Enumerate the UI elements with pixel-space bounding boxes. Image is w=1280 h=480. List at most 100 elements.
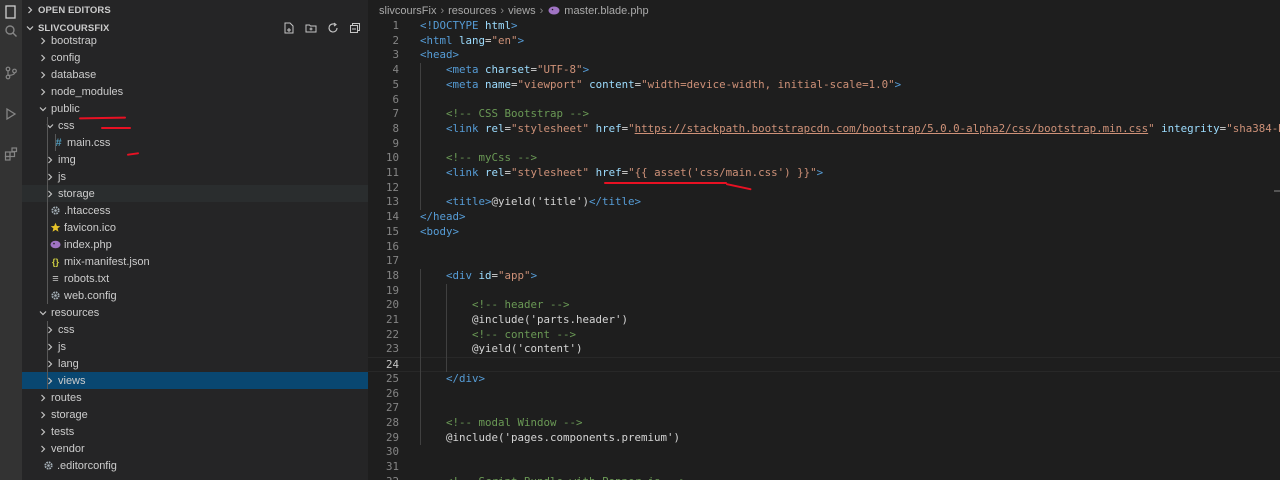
line-number: 20 [385,298,399,312]
tree-folder[interactable]: storage [22,185,368,202]
tree-folder[interactable]: css [22,117,368,134]
breadcrumb-item[interactable]: resources [448,5,496,17]
code-line[interactable]: 32 <!-- Script Bundle with Popper.js --> [368,475,1280,480]
code-line[interactable]: 5 <meta name="viewport" content="width=de… [368,78,1280,93]
code-line[interactable]: 17 [368,254,1280,269]
chevron-right-icon: › [440,4,445,17]
line-number: 3 [392,48,399,62]
code-line[interactable]: 20 <!-- header --> [368,298,1280,313]
code-line[interactable]: 13 <title>@yield('title')</title> [368,195,1280,210]
code-token: rel [485,166,505,179]
tree-folder[interactable]: js [22,338,368,355]
code-line[interactable]: 28 <!-- modal Window --> [368,416,1280,431]
code-line[interactable]: 6 [368,93,1280,108]
run-debug-icon[interactable] [0,103,22,125]
editor-pane[interactable]: slivcoursFix › resources › views › maste… [368,0,1280,480]
tree-file[interactable]: .editorconfig [22,457,368,474]
tree-item-label: js [58,340,66,353]
tree-folder[interactable]: config [22,49,368,66]
tree-folder[interactable]: routes [22,389,368,406]
tree-folder[interactable]: storage [22,406,368,423]
tree-folder[interactable]: public [22,100,368,117]
code-line[interactable]: 29 @include('pages.components.premium') [368,431,1280,446]
tree-folder[interactable]: lang [22,355,368,372]
code-line[interactable]: 1 <!DOCTYPE html> [368,19,1280,34]
indent-guide [47,117,48,304]
tree-item-label: node_modules [51,85,124,98]
tree-folder[interactable]: css [22,321,368,338]
chevron-right-icon [36,389,49,406]
tree-folder[interactable]: js [22,168,368,185]
code-token: <meta [446,63,486,77]
tree-file[interactable]: web.config [22,287,368,304]
code-line[interactable]: 15 <body> [368,225,1280,240]
code-line[interactable]: 18 <div id="app"> [368,269,1280,284]
editor-scrollbar[interactable] [1274,190,1280,192]
code-text: @include('parts.header') [472,313,628,328]
breadcrumb-item[interactable]: slivcoursFix [379,5,436,17]
tree-folder[interactable]: img [22,151,368,168]
tree-folder[interactable]: database [22,66,368,83]
code-token: > [894,77,902,91]
line-number: 13 [385,195,399,209]
code-line[interactable]: 22 <!-- content --> [368,328,1280,343]
code-line[interactable]: 2 <html lang="en"> [368,34,1280,49]
search-icon[interactable] [0,20,22,42]
code-line[interactable]: 14 </head> [368,210,1280,225]
breadcrumb-item[interactable]: views [508,5,536,17]
tree-item-label: robots.txt [64,272,110,285]
tree-folder[interactable]: tests [22,423,368,440]
extensions-icon[interactable] [0,143,22,165]
code-line[interactable]: 23 @yield('content') [368,342,1280,357]
code-line[interactable]: 11 <link rel="stylesheet" href="{{ asset(… [368,166,1280,181]
code-token: href [595,121,622,135]
code-line[interactable]: 25 </div> [368,372,1280,387]
code-line[interactable]: 12 [368,181,1280,196]
code-line[interactable]: 10 <!-- myCss --> [368,151,1280,166]
code-token: "width=device-width, initial-scale=1.0" [641,77,895,91]
code-text: <!-- myCss --> [446,151,537,166]
tree-file[interactable]: .htaccess [22,202,368,219]
tree-file[interactable]: favicon.ico [22,219,368,236]
tree-file[interactable]: ≡ robots.txt [22,270,368,287]
indent-guide [446,283,447,372]
code-line[interactable]: 21 @include('parts.header') [368,313,1280,328]
line-number: 21 [385,313,399,326]
line-number: 6 [392,92,399,106]
tree-file[interactable]: index.php [22,236,368,253]
code-token: "app" [498,268,531,282]
code-line[interactable]: 16 [368,240,1280,255]
breadcrumb-file[interactable]: master.blade.php [564,5,648,17]
source-control-icon[interactable] [0,62,22,84]
code-token: "UTF-8" [537,63,583,77]
tree-item-label: bootstrap [51,34,97,47]
tree-file[interactable]: {} mix-manifest.json [22,253,368,270]
code-line[interactable]: 9 [368,137,1280,152]
tree-file[interactable]: # main.css [22,134,368,151]
tree-folder[interactable]: views [22,372,368,389]
tree-folder[interactable]: node_modules [22,83,368,100]
code-line[interactable]: 4 <meta charset="UTF-8"> [368,63,1280,78]
code-line[interactable]: 24 [368,357,1280,372]
code-token: charset [485,63,531,77]
tree-folder[interactable]: resources [22,304,368,321]
tree-folder[interactable]: vendor [22,440,368,457]
code-line[interactable]: 27 [368,401,1280,416]
open-editors-header[interactable]: OPEN EDITORS [22,1,368,19]
line-number: 25 [385,371,399,385]
code-line[interactable]: 3 <head> [368,48,1280,63]
code-line[interactable]: 26 [368,387,1280,402]
code-line[interactable]: 30 [368,445,1280,460]
code-line[interactable]: 31 [368,460,1280,475]
tree-item-label: css [58,323,75,336]
tree-folder[interactable]: bootstrap [22,32,368,49]
php-elephant-icon [547,6,561,15]
code-token: @yield('content') [472,342,583,356]
line-number: 11 [385,166,399,179]
text-file-icon: ≡ [52,272,59,285]
code-line[interactable]: 7 <!-- CSS Bootstrap --> [368,107,1280,122]
code-line[interactable]: 19 [368,284,1280,299]
chevron-down-icon [36,100,49,117]
code-token: @yield('title') [491,195,590,209]
code-line[interactable]: 8 <link rel="stylesheet" href="https://st… [368,122,1280,137]
